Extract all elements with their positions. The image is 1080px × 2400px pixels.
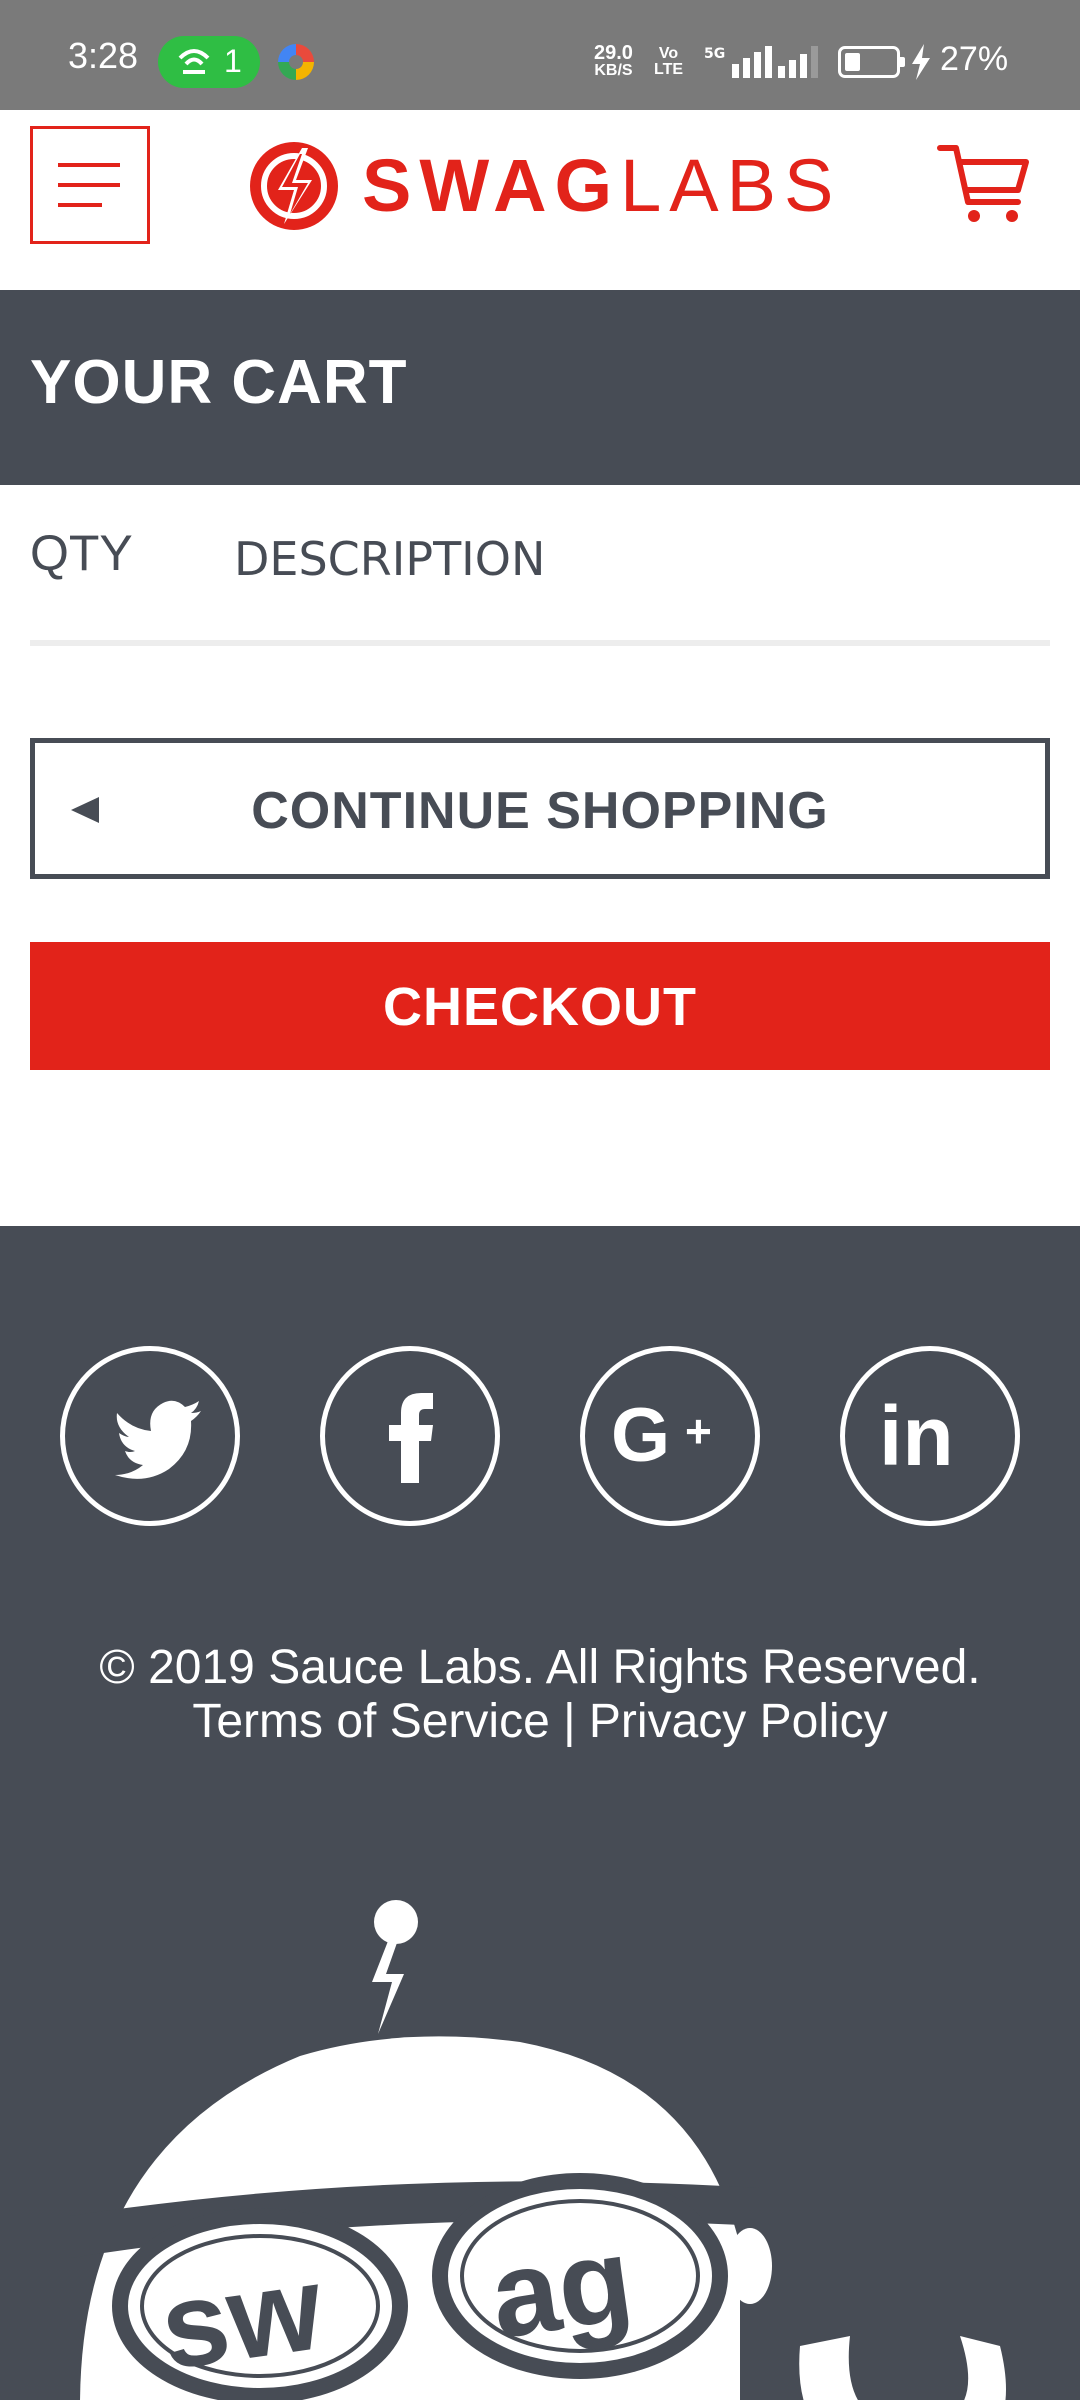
facebook-icon — [389, 1393, 433, 1483]
twitter-icon — [115, 1400, 201, 1479]
menu-button[interactable] — [30, 126, 150, 244]
page-title-bar: YOUR CART — [0, 290, 1080, 485]
svg-text:G: G — [611, 1393, 670, 1478]
charging-icon — [912, 44, 930, 80]
lightning-logo-icon — [250, 142, 338, 230]
hamburger-menu-icon — [58, 163, 120, 207]
google-plus-link[interactable]: G + — [580, 1346, 760, 1526]
swag-labs-logo: SWAGLABS — [248, 138, 841, 234]
facebook-link[interactable] — [320, 1346, 500, 1526]
continue-shopping-button[interactable]: CONTINUE SHOPPING — [30, 738, 1050, 879]
hotspot-indicator: 1 — [158, 36, 260, 88]
shopping-cart-icon — [937, 145, 1029, 222]
signal-icon — [778, 46, 818, 78]
checkout-button[interactable]: CHECKOUT — [30, 942, 1050, 1070]
swag-robot-mascot: sw ag — [70, 1900, 1006, 2400]
description-column-header: DESCRIPTION — [234, 532, 546, 586]
twitter-link[interactable] — [60, 1346, 240, 1526]
hotspot-icon — [178, 49, 210, 74]
google-plus-icon: G + — [611, 1393, 712, 1478]
network-speed: 29.0 KB/S — [594, 42, 633, 79]
app-header: SWAGLABS — [0, 110, 1080, 290]
battery-percent: 27% — [940, 40, 1009, 78]
volte-indicator: Vo LTE — [654, 45, 684, 78]
svg-text:+: + — [685, 1405, 712, 1457]
battery-icon — [838, 46, 905, 78]
cart-button[interactable] — [936, 140, 1032, 230]
svg-text:in: in — [879, 1389, 954, 1483]
qty-column-header: QTY — [30, 525, 133, 581]
signal-5g-icon: 5G — [704, 46, 772, 78]
page-title: YOUR CART — [30, 348, 408, 417]
status-time: 3:28 — [68, 35, 139, 76]
logo-wordmark: SWAGLABS — [362, 144, 842, 227]
status-bar: 3:28 1 29.0 KB/S Vo LTE 5G 27% — [0, 0, 1080, 110]
checkout-label: CHECKOUT — [383, 977, 697, 1037]
continue-shopping-label: CONTINUE SHOPPING — [251, 782, 829, 840]
linkedin-icon: in — [879, 1389, 954, 1483]
copyright-text: © 2019 Sauce Labs. All Rights Reserved. — [99, 1641, 981, 1694]
svg-text:ag: ag — [483, 2212, 640, 2364]
svg-text:5G: 5G — [704, 46, 725, 62]
footer-links[interactable]: Terms of Service | Privacy Policy — [0, 1698, 1080, 1746]
svg-text:sw: sw — [153, 2240, 331, 2395]
linkedin-link[interactable]: in — [840, 1346, 1020, 1526]
cart-divider — [30, 640, 1050, 646]
hotspot-count: 1 — [224, 43, 242, 79]
footer: G + in © 2019 Sauce Labs. All Rights Res… — [0, 1226, 1080, 2400]
app-notification-icon — [278, 44, 314, 80]
